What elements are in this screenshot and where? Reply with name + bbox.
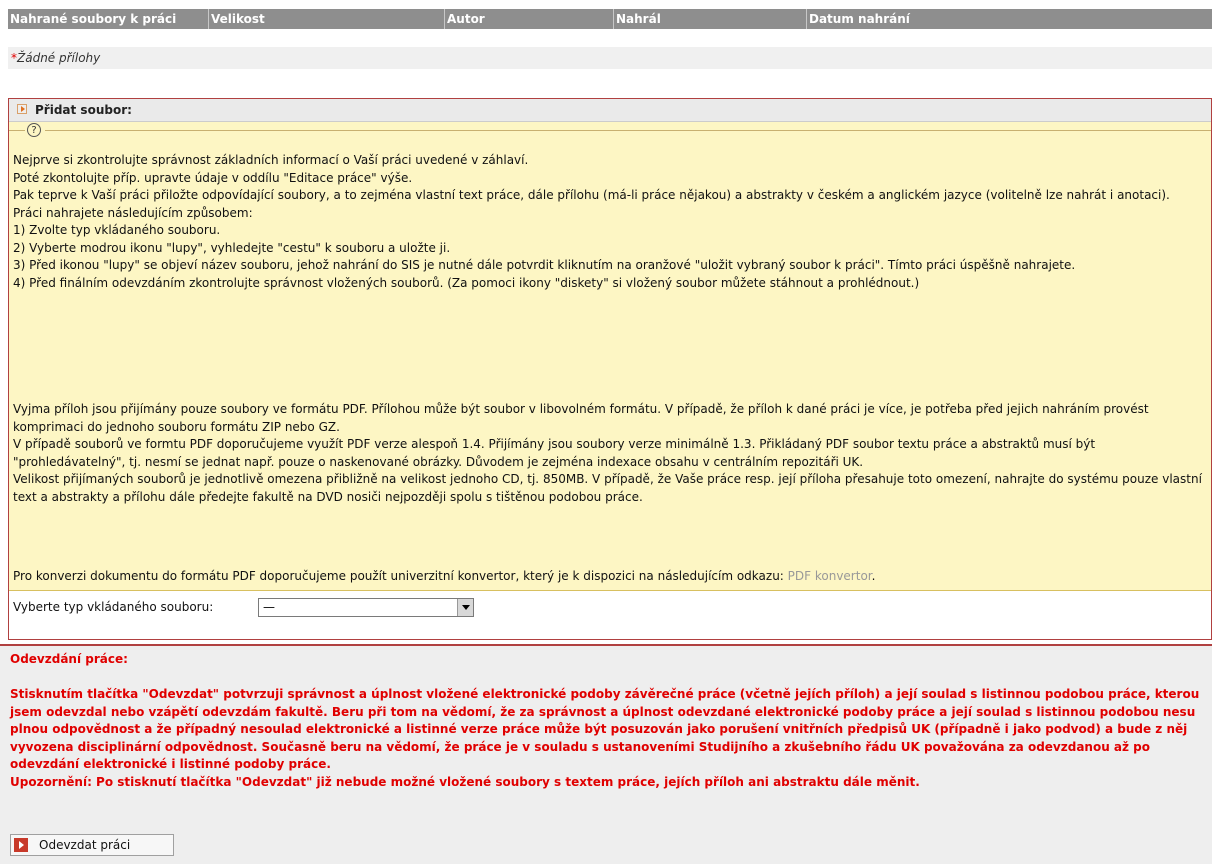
help-line: Pak teprve k Vaší práci přiložte odpovíd… bbox=[13, 188, 1170, 202]
help-line: 3) Před ikonou "lupy" se objeví název so… bbox=[13, 258, 1076, 272]
submission-declaration: Stisknutím tlačítka "Odevzdat" potvrzuji… bbox=[10, 686, 1210, 792]
empty-files-row: *Žádné přílohy bbox=[8, 47, 1212, 69]
format-line: Vyjma příloh jsou přijímány pouze soubor… bbox=[13, 402, 1149, 434]
file-type-label: Vyberte typ vkládaného souboru: bbox=[13, 600, 214, 614]
format-line: Velikost přijímaných souborů je jednotli… bbox=[13, 472, 1202, 504]
submission-title: Odevzdání práce: bbox=[10, 652, 128, 666]
no-attachments-text: Žádné přílohy bbox=[17, 51, 101, 65]
column-header-upload-date: Datum nahrání bbox=[806, 9, 1212, 29]
add-file-header[interactable]: Přidat soubor: bbox=[9, 99, 1211, 122]
help-line: Nejprve si zkontrolujte správnost základ… bbox=[13, 153, 529, 167]
expand-triangle-icon[interactable] bbox=[17, 104, 27, 114]
help-icon[interactable]: ? bbox=[27, 123, 41, 137]
files-table-header: Nahrané soubory k práci Velikost Autor N… bbox=[8, 9, 1212, 29]
help-divider bbox=[9, 130, 1211, 131]
add-file-panel: Přidat soubor: ? Nejprve si zkontrolujte… bbox=[8, 98, 1212, 640]
pdf-converter-link[interactable]: PDF konvertor bbox=[788, 569, 872, 583]
file-type-value: — bbox=[263, 600, 275, 614]
converter-text: Pro konverzi dokumentu do formátu PDF do… bbox=[13, 569, 788, 583]
submission-warning: Upozornění: Po stisknutí tlačítka "Odevz… bbox=[10, 774, 920, 789]
format-line: V případě souborů ve formtu PDF doporuču… bbox=[13, 437, 1096, 469]
submission-panel: Odevzdání práce: Stisknutím tlačítka "Od… bbox=[0, 644, 1212, 864]
dropdown-arrow-icon[interactable] bbox=[457, 599, 473, 616]
help-line: 1) Zvolte typ vkládaného souboru. bbox=[13, 223, 221, 237]
converter-note: Pro konverzi dokumentu do formátu PDF do… bbox=[13, 568, 1209, 586]
column-header-files: Nahrané soubory k práci bbox=[10, 12, 177, 26]
help-line: 4) Před finálním odevzdáním zkontrolujte… bbox=[13, 275, 920, 290]
help-instructions: Nejprve si zkontrolujte správnost základ… bbox=[13, 152, 1209, 292]
help-line: Práci nahrajete následujícím způsobem: bbox=[13, 205, 253, 220]
submit-thesis-button[interactable]: Odevzdat práci bbox=[10, 834, 174, 856]
converter-end: . bbox=[871, 569, 876, 583]
submit-arrow-icon bbox=[14, 838, 28, 852]
file-type-select[interactable]: — bbox=[258, 598, 474, 617]
submit-button-label: Odevzdat práci bbox=[39, 838, 131, 852]
help-box: ? Nejprve si zkontrolujte správnost zákl… bbox=[9, 122, 1211, 591]
help-line: Poté zkontolujte příp. upravte údaje v o… bbox=[13, 170, 413, 185]
format-requirements: Vyjma příloh jsou přijímány pouze soubor… bbox=[13, 401, 1209, 506]
column-header-uploaded-by: Nahrál bbox=[613, 9, 806, 29]
help-line: 2) Vyberte modrou ikonu "lupy", vyhledej… bbox=[13, 240, 451, 255]
add-file-title: Přidat soubor: bbox=[35, 103, 132, 117]
column-header-size: Velikost bbox=[208, 9, 444, 29]
column-header-author: Autor bbox=[444, 9, 613, 29]
declaration-paragraph: Stisknutím tlačítka "Odevzdat" potvrzuji… bbox=[10, 687, 1200, 772]
